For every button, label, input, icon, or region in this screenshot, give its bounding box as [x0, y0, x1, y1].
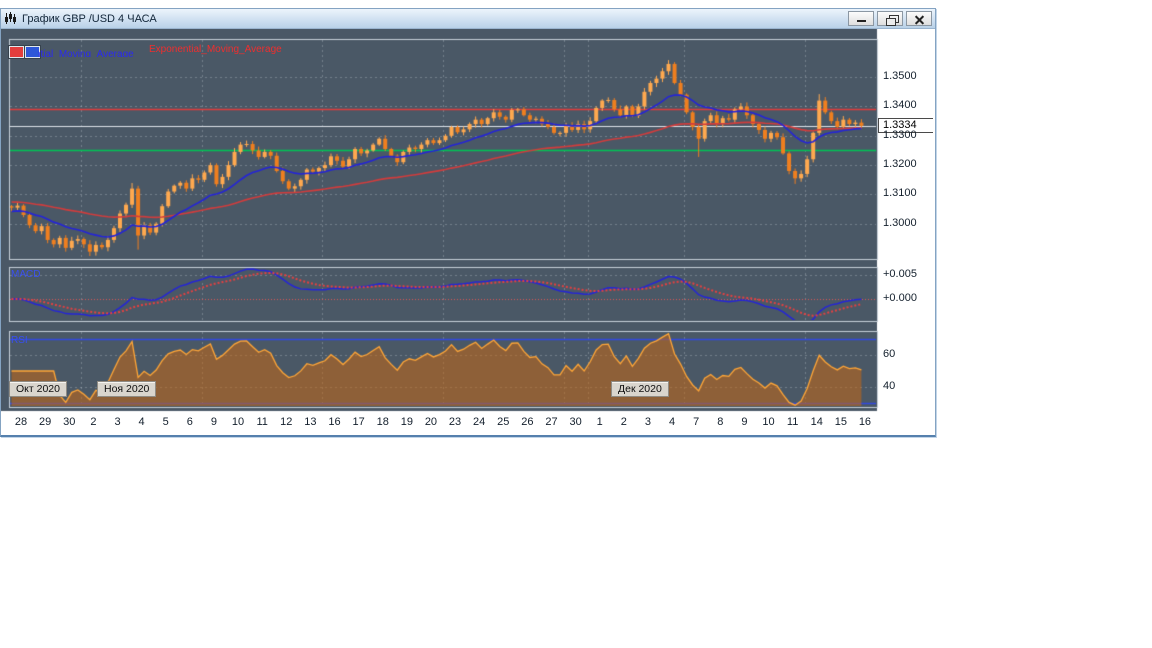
- time-axis-label: 16: [858, 416, 872, 428]
- time-axis-label: 11: [256, 416, 268, 428]
- time-axis-label: 5: [162, 416, 169, 428]
- rsi-axis-label: 40: [883, 380, 896, 392]
- time-axis-label: 25: [497, 416, 510, 428]
- time-axis-label: 13: [304, 416, 317, 428]
- legend-ema-red-label: Exponential_Moving_Average: [149, 44, 282, 55]
- time-axis-label: 3: [644, 416, 651, 428]
- close-button[interactable]: [906, 11, 932, 26]
- legend-ema-blue-wrap: Exponential_Moving_Average: [38, 44, 150, 57]
- month-label-dec: Дек 2020: [611, 381, 669, 397]
- minimize-icon: [857, 20, 866, 22]
- chart-content: Exponential_Moving_Average Exponential_M…: [1, 29, 933, 435]
- time-axis-label: 12: [280, 416, 293, 428]
- time-axis-label: 28: [14, 416, 28, 428]
- month-label-oct: Окт 2020: [9, 381, 67, 397]
- window-title: График GBP /USD 4 ЧАСА: [22, 12, 157, 25]
- price-axis-label: 1.3100: [883, 187, 917, 199]
- time-axis-label: 23: [448, 416, 462, 428]
- price-axis-label: 1.3000: [883, 217, 917, 229]
- time-axis-label: 10: [231, 416, 245, 428]
- time-axis-label: 15: [834, 416, 847, 428]
- macd-axis-label: +0.005: [883, 268, 917, 280]
- price-axis-label: 1.3400: [883, 99, 917, 111]
- macd-panel-label: MACD: [11, 269, 41, 280]
- time-axis-label: 20: [424, 416, 438, 428]
- restore-icon: [886, 15, 899, 26]
- time-axis-label: 8: [717, 416, 724, 428]
- time-axis-label: 18: [376, 416, 389, 428]
- time-axis-label: 19: [400, 416, 413, 428]
- rsi-panel-label: RSI: [11, 335, 28, 346]
- time-axis-label: 3: [114, 416, 121, 428]
- time-axis-label: 6: [186, 416, 193, 428]
- time-axis-label: 1: [596, 416, 603, 428]
- time-axis-label: 16: [328, 416, 341, 428]
- rsi-axis-label: 60: [883, 348, 896, 360]
- restore-button[interactable]: [877, 11, 903, 26]
- time-axis-label: 26: [521, 416, 534, 428]
- time-axis-label: 2: [620, 416, 627, 428]
- price-axis-label: 1.3500: [883, 70, 917, 82]
- price-axis-label: 1.3200: [883, 158, 917, 170]
- close-icon: [914, 14, 925, 25]
- time-axis-label: 4: [668, 416, 676, 428]
- price-axis-label: 1.3300: [883, 129, 917, 141]
- time-axis-label: 14: [810, 416, 823, 428]
- time-axis-label: 9: [210, 416, 217, 428]
- time-axis-label: 10: [762, 416, 775, 428]
- time-axis-label: 29: [39, 416, 52, 428]
- time-axis-label: 2: [90, 416, 97, 428]
- chart-window: График GBP /USD 4 ЧАСА Exponential_Movin…: [0, 8, 936, 437]
- time-axis-label: 4: [138, 416, 145, 428]
- legend-ema-blue-label: Exponential_Moving_Average: [38, 49, 134, 57]
- minimize-button[interactable]: [848, 11, 874, 26]
- time-axis-label: 9: [741, 416, 748, 428]
- macd-axis-label: +0.000: [883, 292, 917, 304]
- time-axis-label: 30: [569, 416, 582, 428]
- time-axis-label: 30: [63, 416, 76, 428]
- window-titlebar[interactable]: График GBP /USD 4 ЧАСА: [1, 9, 935, 29]
- time-axis-label: 11: [786, 416, 799, 428]
- candlestick-chart-icon: [4, 12, 17, 25]
- time-axis-label: 27: [545, 416, 558, 428]
- time-axis-label: 7: [693, 416, 700, 428]
- red-square-button[interactable]: [9, 46, 24, 58]
- time-axis-label: 24: [473, 416, 486, 428]
- month-label-nov: Ноя 2020: [97, 381, 157, 397]
- time-axis-label: 17: [352, 416, 365, 428]
- price-chart-canvas[interactable]: [1, 29, 933, 435]
